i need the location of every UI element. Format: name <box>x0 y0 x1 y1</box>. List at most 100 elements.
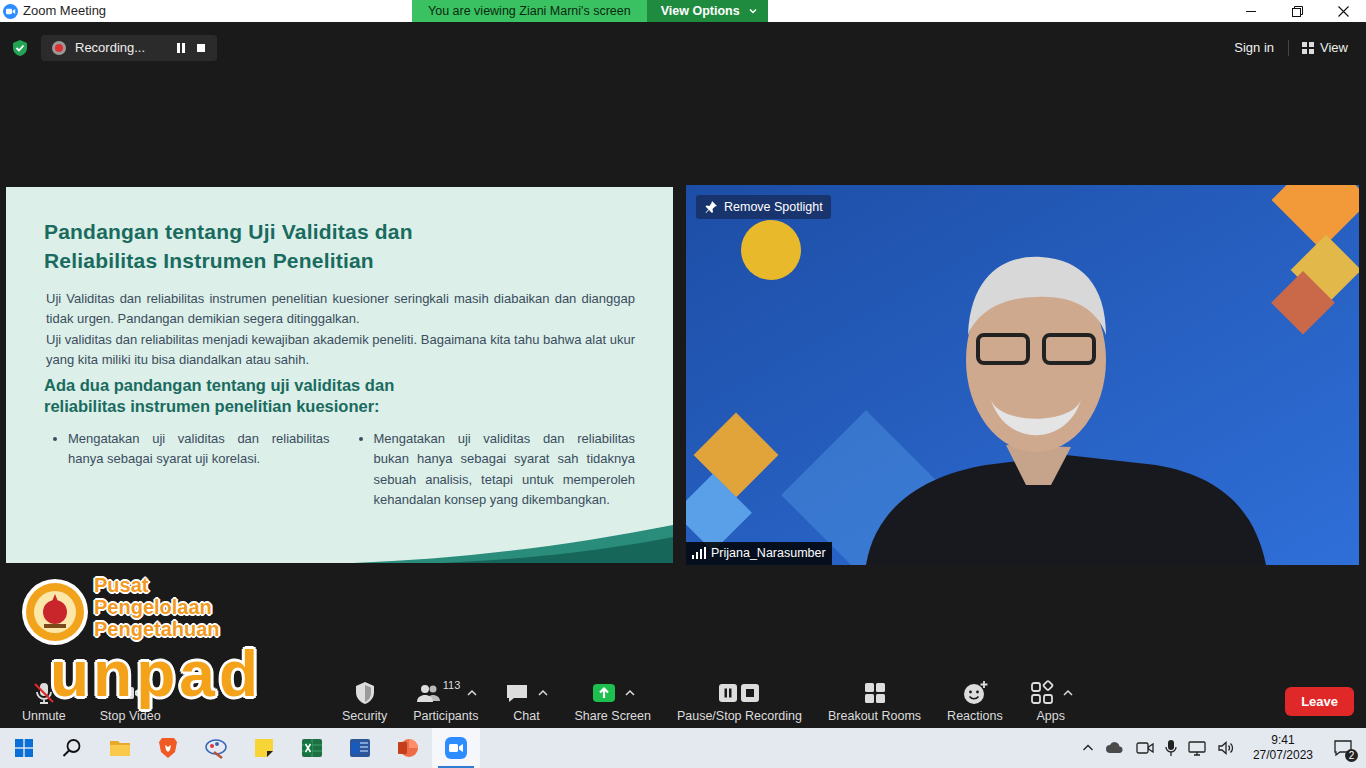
separator <box>1288 40 1289 56</box>
chevron-down-icon[interactable] <box>748 6 758 16</box>
toolbar-icon-row <box>504 680 548 706</box>
taskbar-app[interactable] <box>192 728 240 768</box>
microphone-icon[interactable] <box>1162 739 1180 757</box>
network-icon[interactable] <box>1185 740 1209 756</box>
view-label[interactable]: View <box>1320 38 1348 58</box>
toolbar-label[interactable]: Participants <box>413 709 478 724</box>
toolbar-label[interactable]: Unmute <box>22 709 66 724</box>
toolbar-label[interactable]: Breakout Rooms <box>828 709 921 724</box>
video-frame <box>686 185 1359 565</box>
taskbar-app[interactable] <box>432 728 480 768</box>
toolbar-label[interactable]: Reactions <box>947 709 1003 724</box>
pin-icon[interactable] <box>704 200 718 214</box>
paint-icon[interactable] <box>204 736 228 760</box>
toolbar-button[interactable]: Breakout Rooms <box>818 680 931 724</box>
sticky-icon[interactable] <box>252 736 276 760</box>
toolbar-button[interactable]: Chat <box>494 680 558 724</box>
toolbar-button[interactable]: Pause/Stop Recording <box>667 680 812 724</box>
minimize-icon[interactable] <box>1246 6 1256 16</box>
powerpoint-icon[interactable] <box>396 736 420 760</box>
caret-up-icon[interactable] <box>538 689 548 697</box>
volume-icon[interactable] <box>1214 740 1238 756</box>
toolbar-label[interactable]: Security <box>342 709 387 724</box>
logo-top: PusatPengelolaanPengetahuan <box>20 572 262 650</box>
view-button[interactable]: View <box>1293 35 1356 61</box>
close-button[interactable] <box>1320 0 1366 22</box>
toolbar-button[interactable]: Apps <box>1019 680 1083 724</box>
caret-up-icon[interactable] <box>467 689 477 697</box>
toolbar-button[interactable]: Reactions <box>937 680 1013 724</box>
toolbar-button[interactable]: Share Screen <box>564 680 660 724</box>
bullet-list: Mengatakan uji validitas dan reliabilita… <box>46 429 330 511</box>
remove-spotlight-button[interactable]: Remove Spotlight <box>696 195 831 220</box>
recording-icon[interactable] <box>717 680 761 706</box>
toolbar-label[interactable]: Stop Video <box>100 709 161 724</box>
start-button[interactable] <box>0 728 48 768</box>
pause-icon[interactable] <box>175 42 187 54</box>
view-options-label[interactable]: View Options <box>661 2 740 21</box>
windows-taskbar: 9:4127/07/20232 <box>0 728 1366 768</box>
windows-logo-icon[interactable] <box>15 739 33 757</box>
taskbar-app[interactable] <box>240 728 288 768</box>
clock[interactable]: 9:4127/07/2023 <box>1243 733 1323 763</box>
chat-icon[interactable] <box>504 680 530 706</box>
caret-up-icon[interactable] <box>1063 689 1073 697</box>
brave-icon[interactable] <box>156 736 180 760</box>
speaker-video: Remove SpotlightPrijana_Narasumber <box>686 185 1359 565</box>
restore-button[interactable] <box>1274 0 1320 22</box>
taskbar-app[interactable] <box>336 728 384 768</box>
record-icon <box>51 40 67 56</box>
toolbar-center: Security 113Participants Chat Share Screen P… <box>332 680 1083 724</box>
word-icon[interactable] <box>348 736 372 760</box>
search-icon[interactable] <box>62 738 82 758</box>
reactions-icon[interactable] <box>962 680 988 706</box>
toolbar-button[interactable]: Security <box>332 680 397 724</box>
security-shield-icon[interactable] <box>11 39 29 57</box>
sign-in-button[interactable]: Sign in <box>1224 35 1284 61</box>
taskbar-app[interactable] <box>96 728 144 768</box>
toolbar-button[interactable]: 113Participants <box>403 680 488 724</box>
chevron-up-icon[interactable] <box>1079 743 1097 753</box>
grid-view-icon[interactable] <box>1301 41 1315 55</box>
remove-spotlight-label[interactable]: Remove Spotlight <box>724 198 823 217</box>
share-icon[interactable] <box>591 680 617 706</box>
leave-button[interactable]: Leave <box>1285 687 1354 717</box>
restore-icon[interactable] <box>1292 6 1303 17</box>
slide-wave-decoration <box>353 525 673 563</box>
taskbar-app[interactable] <box>384 728 432 768</box>
logo-line: Pusat <box>94 574 220 596</box>
logo-line: Pengelolaan <box>94 596 220 618</box>
clock-time[interactable]: 9:41 <box>1271 733 1294 748</box>
explorer-icon[interactable] <box>108 736 132 760</box>
participants-icon[interactable] <box>415 680 441 706</box>
caret-up-icon[interactable] <box>625 689 635 697</box>
notification-center-button[interactable]: 2 <box>1328 733 1358 763</box>
close-icon[interactable] <box>1338 6 1349 17</box>
toolbar-label[interactable]: Chat <box>513 709 539 724</box>
viewing-banner: You are viewing Ziani Marni's screenView… <box>412 0 768 22</box>
header-actions: Sign in View <box>1224 35 1356 61</box>
taskbar-app[interactable] <box>144 728 192 768</box>
toolbar-label[interactable]: Pause/Stop Recording <box>677 709 802 724</box>
security-icon[interactable] <box>352 680 378 706</box>
slide-subtitle: Ada dua pandangan tentang uji validitas … <box>44 375 464 417</box>
search-button[interactable] <box>48 728 96 768</box>
meeting-panels: Pandangan tentang Uji Validitas dan Reli… <box>0 64 1366 675</box>
clock-date[interactable]: 27/07/2023 <box>1253 748 1313 763</box>
taskbar-app[interactable] <box>288 728 336 768</box>
toolbar-label[interactable]: Apps <box>1036 709 1065 724</box>
toolbar-label[interactable]: Share Screen <box>574 709 650 724</box>
onedrive-cloud-icon[interactable] <box>1102 740 1128 756</box>
breakout-icon[interactable] <box>862 680 888 706</box>
meet-now-icon[interactable] <box>1133 740 1157 756</box>
logo-line: Pengetahuan <box>94 618 220 640</box>
toolbar-icon-row <box>962 680 988 706</box>
zoom-icon[interactable] <box>444 736 468 760</box>
view-options-button[interactable]: View Options <box>647 0 768 22</box>
apps-icon[interactable] <box>1029 680 1055 706</box>
excel-icon[interactable] <box>300 736 324 760</box>
stop-icon[interactable] <box>195 42 207 54</box>
toolbar-icon-row <box>352 680 378 706</box>
minimize-button[interactable] <box>1228 0 1274 22</box>
bullet-item: Mengatakan uji validitas dan reliabilita… <box>68 429 330 470</box>
